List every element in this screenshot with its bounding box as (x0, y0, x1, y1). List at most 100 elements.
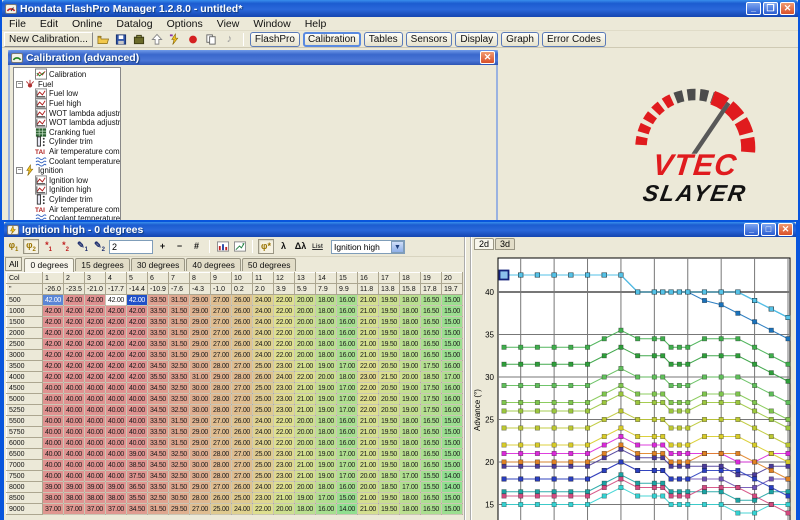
table-cell[interactable]: 19.50 (379, 350, 400, 361)
table-cell[interactable]: 40.00 (85, 394, 106, 405)
col-header[interactable]: 17 (379, 273, 400, 284)
table-cell[interactable]: 42.00 (85, 328, 106, 339)
table-cell[interactable]: 26.00 (232, 328, 253, 339)
table-cell[interactable]: 42.00 (85, 350, 106, 361)
table-cell[interactable]: 30.00 (190, 449, 211, 460)
table-cell[interactable]: 21.00 (295, 383, 316, 394)
table-cell[interactable]: 18.00 (400, 449, 421, 460)
table-cell[interactable]: 19.00 (400, 383, 421, 394)
table-cell[interactable]: 42.00 (64, 295, 85, 306)
table-cell[interactable]: 16.50 (421, 504, 442, 515)
table-cell[interactable]: 16.00 (337, 317, 358, 328)
star2-button[interactable]: *2 (58, 239, 73, 254)
table-cell[interactable]: 25.00 (253, 383, 274, 394)
table-cell[interactable]: 20.00 (295, 339, 316, 350)
selected-chart-point[interactable] (500, 271, 509, 280)
row-header[interactable]: 5250 (7, 405, 43, 416)
table-cell[interactable]: 40.00 (64, 460, 85, 471)
table-cell[interactable]: 31.50 (169, 317, 190, 328)
table-cell[interactable]: 42.00 (127, 339, 148, 350)
table-cell[interactable]: 20.00 (400, 372, 421, 383)
row-header[interactable]: 3500 (7, 361, 43, 372)
nav-graph-button[interactable]: Graph (501, 32, 539, 47)
table-cell[interactable]: 33.50 (148, 438, 169, 449)
table-cell[interactable]: 42.00 (64, 350, 85, 361)
table-cell[interactable]: 17.00 (337, 394, 358, 405)
table-cell[interactable]: 40.00 (43, 394, 64, 405)
row-header[interactable]: 7000 (7, 460, 43, 471)
table-cell[interactable]: 33.50 (148, 295, 169, 306)
table-cell[interactable]: 40.00 (106, 383, 127, 394)
menu-options[interactable]: Options (160, 18, 210, 30)
tree-item-cylinder-trim[interactable]: Cylinder trim (14, 195, 120, 205)
table-cell[interactable]: 22.00 (358, 394, 379, 405)
table-cell[interactable]: 19.00 (400, 405, 421, 416)
table-cell[interactable]: 16.50 (421, 328, 442, 339)
table-cell[interactable]: 17.00 (337, 449, 358, 460)
row-header[interactable]: 8500 (7, 493, 43, 504)
plus-button[interactable]: + (155, 239, 170, 254)
table-cell[interactable]: 18.00 (316, 328, 337, 339)
import-case-button[interactable] (132, 32, 147, 47)
table-cell[interactable]: 40.00 (85, 427, 106, 438)
phi1-button[interactable]: φ1 (6, 239, 21, 254)
table-cell[interactable]: 20.50 (379, 361, 400, 372)
table-cell[interactable]: 15.00 (442, 295, 463, 306)
col-header[interactable]: 14 (316, 273, 337, 284)
table-cell[interactable]: 20.00 (295, 306, 316, 317)
table-cell[interactable]: 32.50 (169, 394, 190, 405)
table-cell[interactable]: 37.00 (64, 504, 85, 515)
table-cell[interactable]: 18.00 (400, 427, 421, 438)
table-cell[interactable]: 21.00 (358, 339, 379, 350)
table-cell[interactable]: 16.00 (337, 350, 358, 361)
row-header[interactable]: 7500 (7, 471, 43, 482)
table-cell[interactable]: 34.50 (148, 394, 169, 405)
table-cell[interactable]: 16.00 (337, 416, 358, 427)
table-cell[interactable]: 15.00 (442, 504, 463, 515)
table-cell[interactable]: 40.00 (85, 449, 106, 460)
table-cell[interactable]: 20.00 (295, 317, 316, 328)
table-cell[interactable]: 40.00 (85, 383, 106, 394)
table-cell[interactable]: 14.00 (337, 504, 358, 515)
table-cell[interactable]: 18.50 (421, 372, 442, 383)
table-cell[interactable]: 29.00 (190, 482, 211, 493)
table-cell[interactable]: 24.00 (253, 350, 274, 361)
table-cell[interactable]: 40.00 (43, 427, 64, 438)
table-cell[interactable]: 34.50 (148, 471, 169, 482)
table-cell[interactable]: 18.00 (400, 460, 421, 471)
chart-up-button[interactable] (232, 239, 247, 254)
tree-item-ignition-high[interactable]: Ignition high (14, 185, 120, 195)
chevron-down-icon[interactable]: ▼ (391, 241, 404, 253)
table-cell[interactable]: 27.00 (211, 306, 232, 317)
table-cell[interactable]: 42.00 (85, 295, 106, 306)
table-cell[interactable]: 27.00 (232, 361, 253, 372)
table-cell[interactable]: 29.00 (190, 416, 211, 427)
col-value-header[interactable]: -17.7 (106, 284, 127, 295)
table-cell[interactable]: 22.00 (274, 306, 295, 317)
table-cell[interactable]: 32.50 (148, 493, 169, 504)
table-cell[interactable]: 22.00 (358, 361, 379, 372)
table-cell[interactable]: 19.00 (316, 449, 337, 460)
row-header[interactable]: 8000 (7, 482, 43, 493)
table-cell[interactable]: 40.00 (43, 460, 64, 471)
chart-red-button[interactable] (215, 239, 230, 254)
all-button[interactable]: All (5, 257, 22, 271)
table-cell[interactable]: 38.50 (127, 460, 148, 471)
table-cell[interactable]: 15.00 (442, 328, 463, 339)
table-cell[interactable]: 31.50 (169, 339, 190, 350)
col-header[interactable]: 7 (169, 273, 190, 284)
table-cell[interactable]: 34.50 (148, 449, 169, 460)
table-cell[interactable]: 15.00 (442, 438, 463, 449)
table-cell[interactable]: 39.00 (106, 482, 127, 493)
table-cell[interactable]: 40.00 (64, 394, 85, 405)
table-cell[interactable]: 33.50 (148, 306, 169, 317)
nav-sensors-button[interactable]: Sensors (406, 32, 453, 47)
table-cell[interactable]: 18.00 (316, 427, 337, 438)
table-cell[interactable]: 19.00 (316, 460, 337, 471)
tree-item-air-temperature-compen[interactable]: TAIAir temperature compen (14, 147, 120, 157)
table-cell[interactable]: 42.00 (85, 361, 106, 372)
col-header[interactable]: 20 (442, 273, 463, 284)
table-cell[interactable]: 31.50 (169, 438, 190, 449)
col-value-header[interactable]: 15.8 (400, 284, 421, 295)
table-cell[interactable]: 21.00 (358, 328, 379, 339)
